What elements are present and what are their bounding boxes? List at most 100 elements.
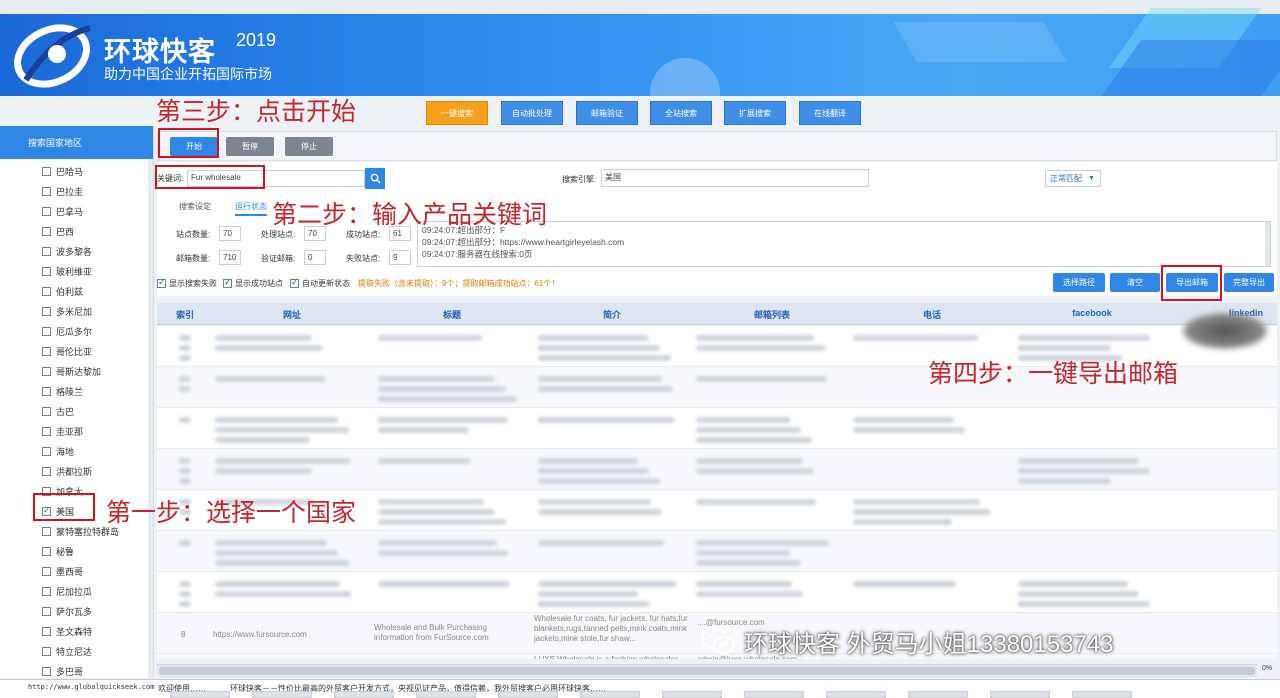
sidebar-item-country[interactable]: 海地 <box>0 441 153 461</box>
checkbox-icon[interactable] <box>42 226 51 236</box>
sidebar-item-country[interactable]: 巴拿马 <box>0 201 153 221</box>
country-label: 巴西 <box>56 226 75 237</box>
select-path-button[interactable]: 选择路径 <box>1053 273 1105 292</box>
sidebar-item-country[interactable]: 格陵兰 <box>0 381 153 401</box>
taskbar-slot[interactable] <box>826 691 886 698</box>
horizontal-scrollbar[interactable] <box>157 664 1257 677</box>
checkbox-icon[interactable] <box>42 346 51 356</box>
checkbox-icon[interactable] <box>42 546 51 556</box>
sidebar-item-country[interactable]: 玻利维亚 <box>0 261 153 281</box>
taskbar-slot[interactable] <box>334 691 394 698</box>
col-email-list[interactable]: 邮箱列表 <box>737 308 807 321</box>
search-button[interactable] <box>365 168 385 189</box>
checkbox-icon[interactable] <box>42 466 51 476</box>
checkbox-icon[interactable] <box>42 186 51 196</box>
sidebar-item-country[interactable]: 圣文森特 <box>0 621 153 641</box>
col-index[interactable]: 索引 <box>167 308 203 321</box>
table-row[interactable] <box>157 449 1277 490</box>
nav-site-search[interactable]: 全站搜索 <box>650 101 712 125</box>
sidebar-item-country[interactable]: 萨尔瓦多 <box>0 601 153 621</box>
show-failed-checkbox[interactable]: 显示搜索失败 <box>157 277 217 289</box>
col-facebook[interactable]: facebook <box>1057 308 1127 318</box>
sidebar-item-country[interactable]: 波多黎各 <box>0 241 153 261</box>
auto-update-checkbox[interactable]: 自动更新状态 <box>290 277 350 289</box>
sidebar-item-country[interactable]: 圭亚那 <box>0 421 153 441</box>
checkbox-icon[interactable] <box>42 286 51 296</box>
checkbox-icon[interactable] <box>42 426 51 436</box>
col-intro[interactable]: 简介 <box>577 308 647 321</box>
sidebar-item-country[interactable]: 伯利兹 <box>0 281 153 301</box>
col-phone[interactable]: 电话 <box>897 308 967 321</box>
sidebar-item-country[interactable]: 巴哈马 <box>0 161 153 181</box>
checkbox-icon[interactable] <box>42 166 51 176</box>
checkbox-icon[interactable] <box>42 526 51 536</box>
table-row[interactable] <box>157 408 1277 449</box>
engine-input[interactable]: 美国 <box>601 169 869 187</box>
sidebar-item-country[interactable]: 墨西哥 <box>0 561 153 581</box>
checkbox-icon[interactable] <box>42 306 51 316</box>
checkbox-icon[interactable] <box>42 366 51 376</box>
tab-status[interactable]: 运行状态 <box>235 201 267 216</box>
match-mode-value: 正常匹配 <box>1050 174 1082 183</box>
export-full-button[interactable]: 完整导出 <box>1224 273 1274 292</box>
blurred-cell <box>853 499 980 505</box>
sidebar-item-country[interactable]: 洪都拉斯 <box>0 461 153 481</box>
sidebar-item-country[interactable]: 哥伦比亚 <box>0 341 153 361</box>
sidebar-item-country[interactable]: 多米尼加 <box>0 301 153 321</box>
checkbox-icon[interactable] <box>42 646 51 656</box>
taskbar-slot[interactable] <box>580 691 640 698</box>
checkbox-icon[interactable] <box>42 586 51 596</box>
show-success-checkbox[interactable]: 显示成功站点 <box>223 277 283 289</box>
checkbox-icon[interactable] <box>42 206 51 216</box>
taskbar-slot[interactable] <box>744 691 804 698</box>
nav-email-verify[interactable]: 邮箱验证 <box>576 101 638 125</box>
taskbar-slot[interactable] <box>1072 691 1132 698</box>
blurred-cell <box>215 550 338 556</box>
sidebar-item-country[interactable]: 巴西 <box>0 221 153 241</box>
checkbox-icon[interactable] <box>42 246 51 256</box>
pause-button[interactable]: 暂停 <box>226 137 274 156</box>
sidebar-item-country[interactable]: 厄瓜多尔 <box>0 321 153 341</box>
match-mode-select[interactable]: 正常匹配 ▼ <box>1045 170 1101 187</box>
sidebar-scrollbar[interactable] <box>148 159 153 678</box>
clear-button[interactable]: 清空 <box>1110 273 1160 292</box>
checkbox-icon[interactable] <box>42 566 51 576</box>
checkbox-icon[interactable] <box>42 666 51 676</box>
taskbar-slot[interactable] <box>416 691 476 698</box>
tab-settings[interactable]: 搜索设定 <box>179 201 211 212</box>
sidebar-item-country[interactable]: 哥斯达黎加 <box>0 361 153 381</box>
col-title[interactable]: 标题 <box>417 308 487 321</box>
nav-batch-process[interactable]: 自动批处理 <box>501 101 563 125</box>
sidebar-item-country[interactable]: 巴拉圭 <box>0 181 153 201</box>
sidebar-item-country[interactable]: 多巴哥 <box>0 661 153 678</box>
table-row[interactable] <box>157 531 1277 572</box>
checkbox-icon[interactable] <box>42 446 51 456</box>
taskbar-slot[interactable] <box>252 691 312 698</box>
taskbar-slot[interactable] <box>908 691 968 698</box>
taskbar-slot[interactable] <box>662 691 722 698</box>
checkbox-icon[interactable] <box>42 266 51 276</box>
checkbox-icon[interactable] <box>42 606 51 616</box>
log-scrollbar[interactable] <box>1265 222 1270 266</box>
nav-extended-search[interactable]: 扩展搜索 <box>724 101 786 125</box>
col-url[interactable]: 网址 <box>257 308 327 321</box>
blurred-cell <box>179 540 191 546</box>
blurred-cell <box>179 335 191 341</box>
sidebar-item-country[interactable]: 秘鲁 <box>0 541 153 561</box>
sidebar-item-country[interactable]: 古巴 <box>0 401 153 421</box>
checkbox-icon[interactable] <box>42 386 51 396</box>
stop-button[interactable]: 停止 <box>285 137 333 156</box>
nav-online-translate[interactable]: 在线翻译 <box>799 101 861 125</box>
blurred-cell <box>378 396 517 402</box>
checkbox-icon[interactable] <box>42 326 51 336</box>
table-row[interactable] <box>157 572 1277 613</box>
taskbar-slot[interactable] <box>990 691 1050 698</box>
taskbar-slot[interactable] <box>170 691 230 698</box>
checkbox-icon[interactable] <box>42 406 51 416</box>
sidebar-item-country[interactable]: 特立尼达 <box>0 641 153 661</box>
taskbar-slot[interactable] <box>498 691 558 698</box>
sidebar-item-country[interactable]: 尼加拉瓜 <box>0 581 153 601</box>
scrollbar-thumb[interactable] <box>159 667 1255 675</box>
nav-one-click-search[interactable]: 一键搜索 <box>426 101 488 125</box>
checkbox-icon[interactable] <box>42 626 51 636</box>
